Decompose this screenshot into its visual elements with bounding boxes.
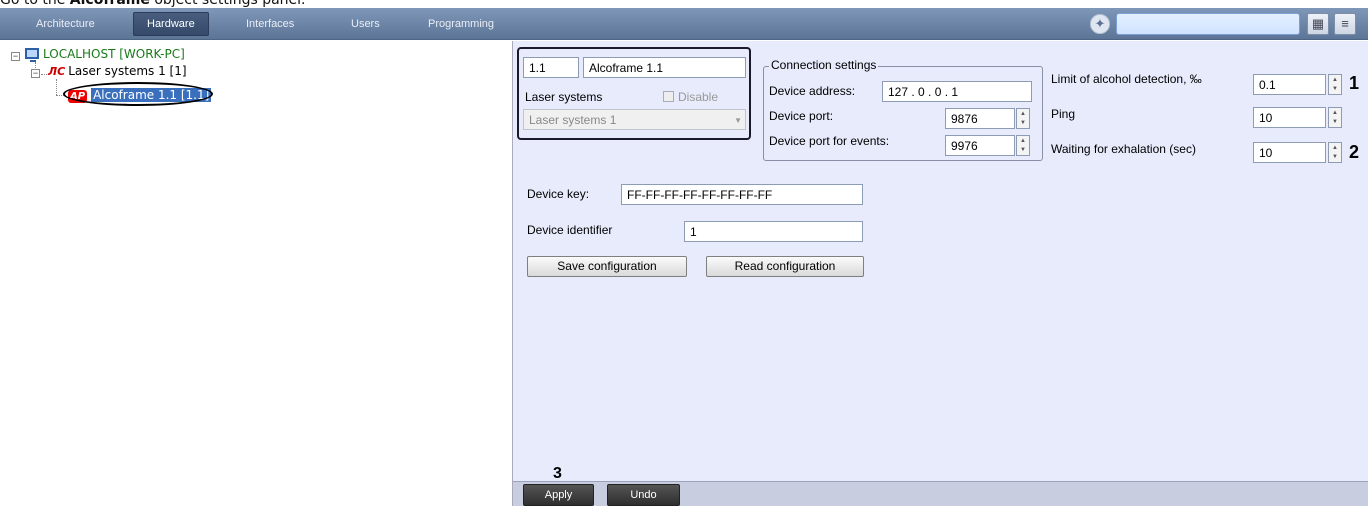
read-configuration-button[interactable]: Read configuration [706,256,864,277]
collapse-icon[interactable]: − [11,52,20,61]
device-key-field[interactable]: FF-FF-FF-FF-FF-FF-FF-FF [621,184,863,205]
connection-title: Connection settings [769,58,879,72]
port-stepper[interactable] [1016,108,1030,129]
address-label: Device address: [769,84,856,98]
disable-checkbox[interactable]: Disable [663,90,718,104]
highlight-ellipse [63,82,213,106]
annotation-2: 2 [1349,142,1360,162]
tab-programming[interactable]: Programming [414,12,508,36]
events-port-stepper[interactable] [1016,135,1030,156]
events-port-label: Device port for events: [769,134,890,148]
alcohol-limit-field[interactable]: 0.1 [1253,74,1326,95]
apply-button[interactable]: Apply [523,484,594,506]
tab-interfaces[interactable]: Interfaces [232,12,308,36]
annotation-1: 1 [1349,73,1360,93]
parent-label: Laser systems [525,90,603,104]
caption-suffix: object settings panel. [149,0,306,8]
tab-users[interactable]: Users [337,12,394,36]
chevron-down-icon: ▼ [734,116,742,125]
parent-select-value: Laser systems 1 [529,113,617,127]
tab-architecture[interactable]: Architecture [22,12,109,36]
settings-circle-icon[interactable]: ✦ [1090,14,1110,34]
tab-hardware[interactable]: Hardware [133,12,209,36]
parent-select[interactable]: Laser systems 1 ▼ [523,109,746,130]
alcohol-limit-label: Limit of alcohol detection, ‰ [1051,72,1202,86]
settings-panel: 1.1 Alcoframe 1.1 Laser systems Disable … [512,41,1368,506]
ping-label: Ping [1051,107,1076,121]
tree-node-laser-systems[interactable]: ЛС Laser systems 1 [1] [48,64,187,78]
tree-child-label: Laser systems 1 [1] [68,64,187,78]
layout-grid-icon[interactable]: ▦ [1307,13,1329,35]
device-identifier-field[interactable]: 1 [684,221,863,242]
menu-icon[interactable]: ≡ [1334,13,1356,35]
exhalation-label: Waiting for exhalation (sec) [1051,142,1196,156]
bottom-toolbar: Apply Undo [513,481,1368,506]
exhalation-field[interactable]: 10 [1253,142,1326,163]
save-configuration-button[interactable]: Save configuration [527,256,687,277]
instruction-caption: Go to the Alcoframe object settings pane… [0,0,600,8]
caption-bold: Alcoframe [69,0,150,8]
device-key-label: Device key: [527,187,590,201]
disable-label: Disable [678,90,719,104]
object-tree: − LOCALHOST [WORK-PC] − ЛС Laser systems … [0,41,512,506]
address-field[interactable]: 127 . 0 . 0 . 1 [882,81,1032,102]
top-tab-bar: Architecture Hardware Interfaces Users P… [0,8,1368,40]
ping-stepper[interactable] [1328,107,1342,128]
computer-icon [25,48,39,62]
undo-button[interactable]: Undo [607,484,680,506]
checkbox-icon [663,91,674,102]
tree-root-label: LOCALHOST [WORK-PC] [43,47,185,61]
collapse-icon[interactable]: − [31,69,40,78]
exhalation-stepper[interactable] [1328,142,1342,163]
port-field[interactable]: 9876 [945,108,1015,129]
laser-systems-icon: ЛС [48,65,66,78]
object-name-field[interactable]: Alcoframe 1.1 [583,57,746,78]
port-label: Device port: [769,109,834,123]
search-input[interactable] [1116,13,1300,35]
alcohol-limit-stepper[interactable] [1328,74,1342,95]
ping-field[interactable]: 10 [1253,107,1326,128]
device-identifier-label: Device identifier [527,223,613,237]
events-port-field[interactable]: 9976 [945,135,1015,156]
caption-prefix: Go to the [0,0,70,8]
tree-node-localhost[interactable]: LOCALHOST [WORK-PC] [25,47,185,62]
object-id-field[interactable]: 1.1 [523,57,579,78]
